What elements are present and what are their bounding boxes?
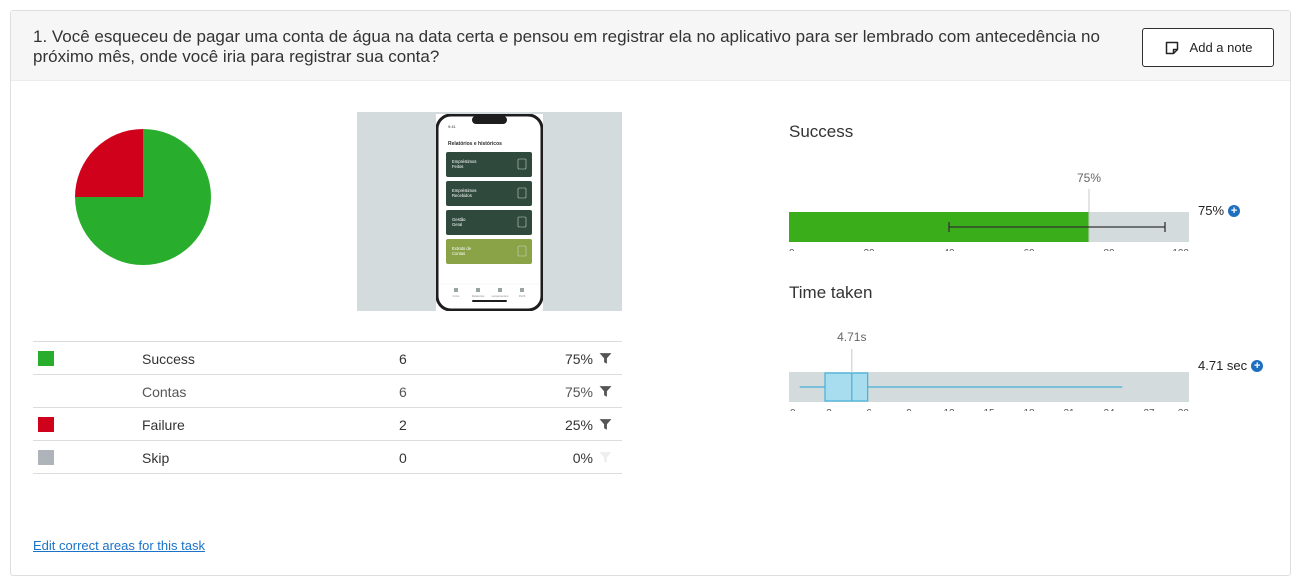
color-swatch [38, 450, 54, 465]
success-readout-value: 75% [1198, 203, 1225, 218]
results-pie-chart [75, 129, 211, 265]
filter-icon[interactable] [599, 385, 612, 398]
plus-circle-icon[interactable]: + [1251, 359, 1264, 372]
task-result-card: 1. Você esqueceu de pagar uma conta de á… [10, 10, 1291, 576]
phone-screen: 9:41 Relatórios e históricos Empréstimos… [436, 114, 543, 311]
add-note-label: Add a note [1189, 40, 1253, 55]
result-count: 6 [399, 351, 407, 367]
success-chart: 75% 0 20 40 60 80 100 [789, 171, 1189, 251]
note-icon [1165, 41, 1178, 54]
time-axis-tick: 9 [906, 408, 912, 411]
time-taken-chart: 4.71s 0 3 6 9 12 15 18 21 24 27 30 [789, 330, 1189, 411]
success-axis-tick: 0 [789, 248, 795, 251]
success-chart-title: Success [789, 122, 854, 141]
time-axis-tick: 27 [1143, 408, 1155, 411]
time-axis-tick: 6 [866, 408, 872, 411]
phone-nav-item: Lançamentos [492, 294, 509, 298]
result-percentage: 25% [564, 417, 593, 433]
result-name: Skip [142, 450, 170, 466]
time-readout: 4.71 sec + [1198, 358, 1264, 373]
phone-mockup: 9:41 Relatórios e históricos Empréstimos… [436, 114, 543, 311]
svg-text:Feitos: Feitos [452, 164, 463, 169]
result-count: 2 [399, 417, 407, 433]
phone-menu-card: Extrato deContas [446, 239, 532, 264]
phone-nav-item: Início [453, 294, 460, 298]
svg-text:Contas: Contas [452, 251, 465, 256]
time-axis-tick: 0 [790, 408, 796, 411]
results-row-success: Success 6 75% [33, 342, 622, 375]
phone-nav-item: Relatórios [472, 294, 485, 298]
result-count: 0 [399, 450, 407, 466]
color-swatch [38, 417, 54, 432]
success-axis-tick: 100 [1172, 248, 1189, 251]
phone-menu-card: GestãoGeral [446, 210, 532, 235]
result-name: Contas [142, 384, 187, 400]
time-chart-title: Time taken [789, 283, 873, 302]
phone-heading: Relatórios e históricos [448, 141, 502, 147]
time-axis-tick: 21 [1063, 408, 1075, 411]
time-axis-tick: 12 [943, 408, 955, 411]
result-percentage: 75% [564, 351, 593, 367]
filter-icon[interactable] [599, 352, 612, 365]
edit-correct-areas-link[interactable]: Edit correct areas for this task [33, 538, 205, 553]
time-axis-tick: 24 [1103, 408, 1115, 411]
phone-nav-item: Perfil [519, 294, 526, 298]
phone-menu-card: EmpréstimosRecebidos [446, 181, 532, 206]
success-axis-tick: 40 [943, 248, 955, 251]
success-axis-tick: 80 [1103, 248, 1115, 251]
success-marker-label: 75% [1077, 171, 1101, 185]
results-row-skip: Skip 0 0% [33, 441, 622, 474]
results-row-contas: Contas 6 75% [33, 375, 622, 408]
time-iqr-box [824, 372, 869, 402]
result-name: Failure [142, 417, 185, 433]
color-swatch [38, 351, 54, 366]
time-readout-value: 4.71 sec [1198, 358, 1248, 373]
pie-slice-failure [75, 129, 143, 197]
svg-text:Recebidos: Recebidos [452, 193, 472, 198]
question-text: 1. Você esqueceu de pagar uma conta de á… [33, 27, 1100, 66]
task-header: 1. Você esqueceu de pagar uma conta de á… [11, 11, 1290, 81]
success-axis-tick: 60 [1023, 248, 1035, 251]
time-axis-tick: 15 [983, 408, 995, 411]
result-percentage: 75% [564, 384, 593, 400]
time-axis-tick: 18 [1023, 408, 1035, 411]
success-axis-tick: 20 [863, 248, 875, 251]
phone-menu-card: EmpréstimosFeitos [446, 152, 532, 177]
results-row-failure: Failure 2 25% [33, 408, 622, 441]
success-readout: 75% + [1198, 203, 1241, 218]
filter-icon [599, 452, 612, 463]
plus-circle-icon[interactable]: + [1228, 204, 1241, 217]
time-axis-tick: 30 [1178, 408, 1189, 411]
results-table: Success 6 75% Contas 6 75% Failure 2 25% Skip 0 0% [33, 341, 622, 474]
svg-text:Geral: Geral [452, 222, 462, 227]
result-count: 6 [399, 384, 407, 400]
filter-icon[interactable] [599, 418, 612, 431]
add-note-button[interactable]: Add a note [1142, 28, 1274, 67]
time-marker-label: 4.71s [837, 330, 866, 344]
result-percentage: 0% [572, 450, 593, 466]
result-name: Success [142, 351, 195, 367]
time-axis-tick: 3 [826, 408, 832, 411]
phone-time: 9:41 [448, 124, 457, 129]
screenshot-thumbnail[interactable]: 9:41 Relatórios e históricos Empréstimos… [357, 112, 622, 311]
